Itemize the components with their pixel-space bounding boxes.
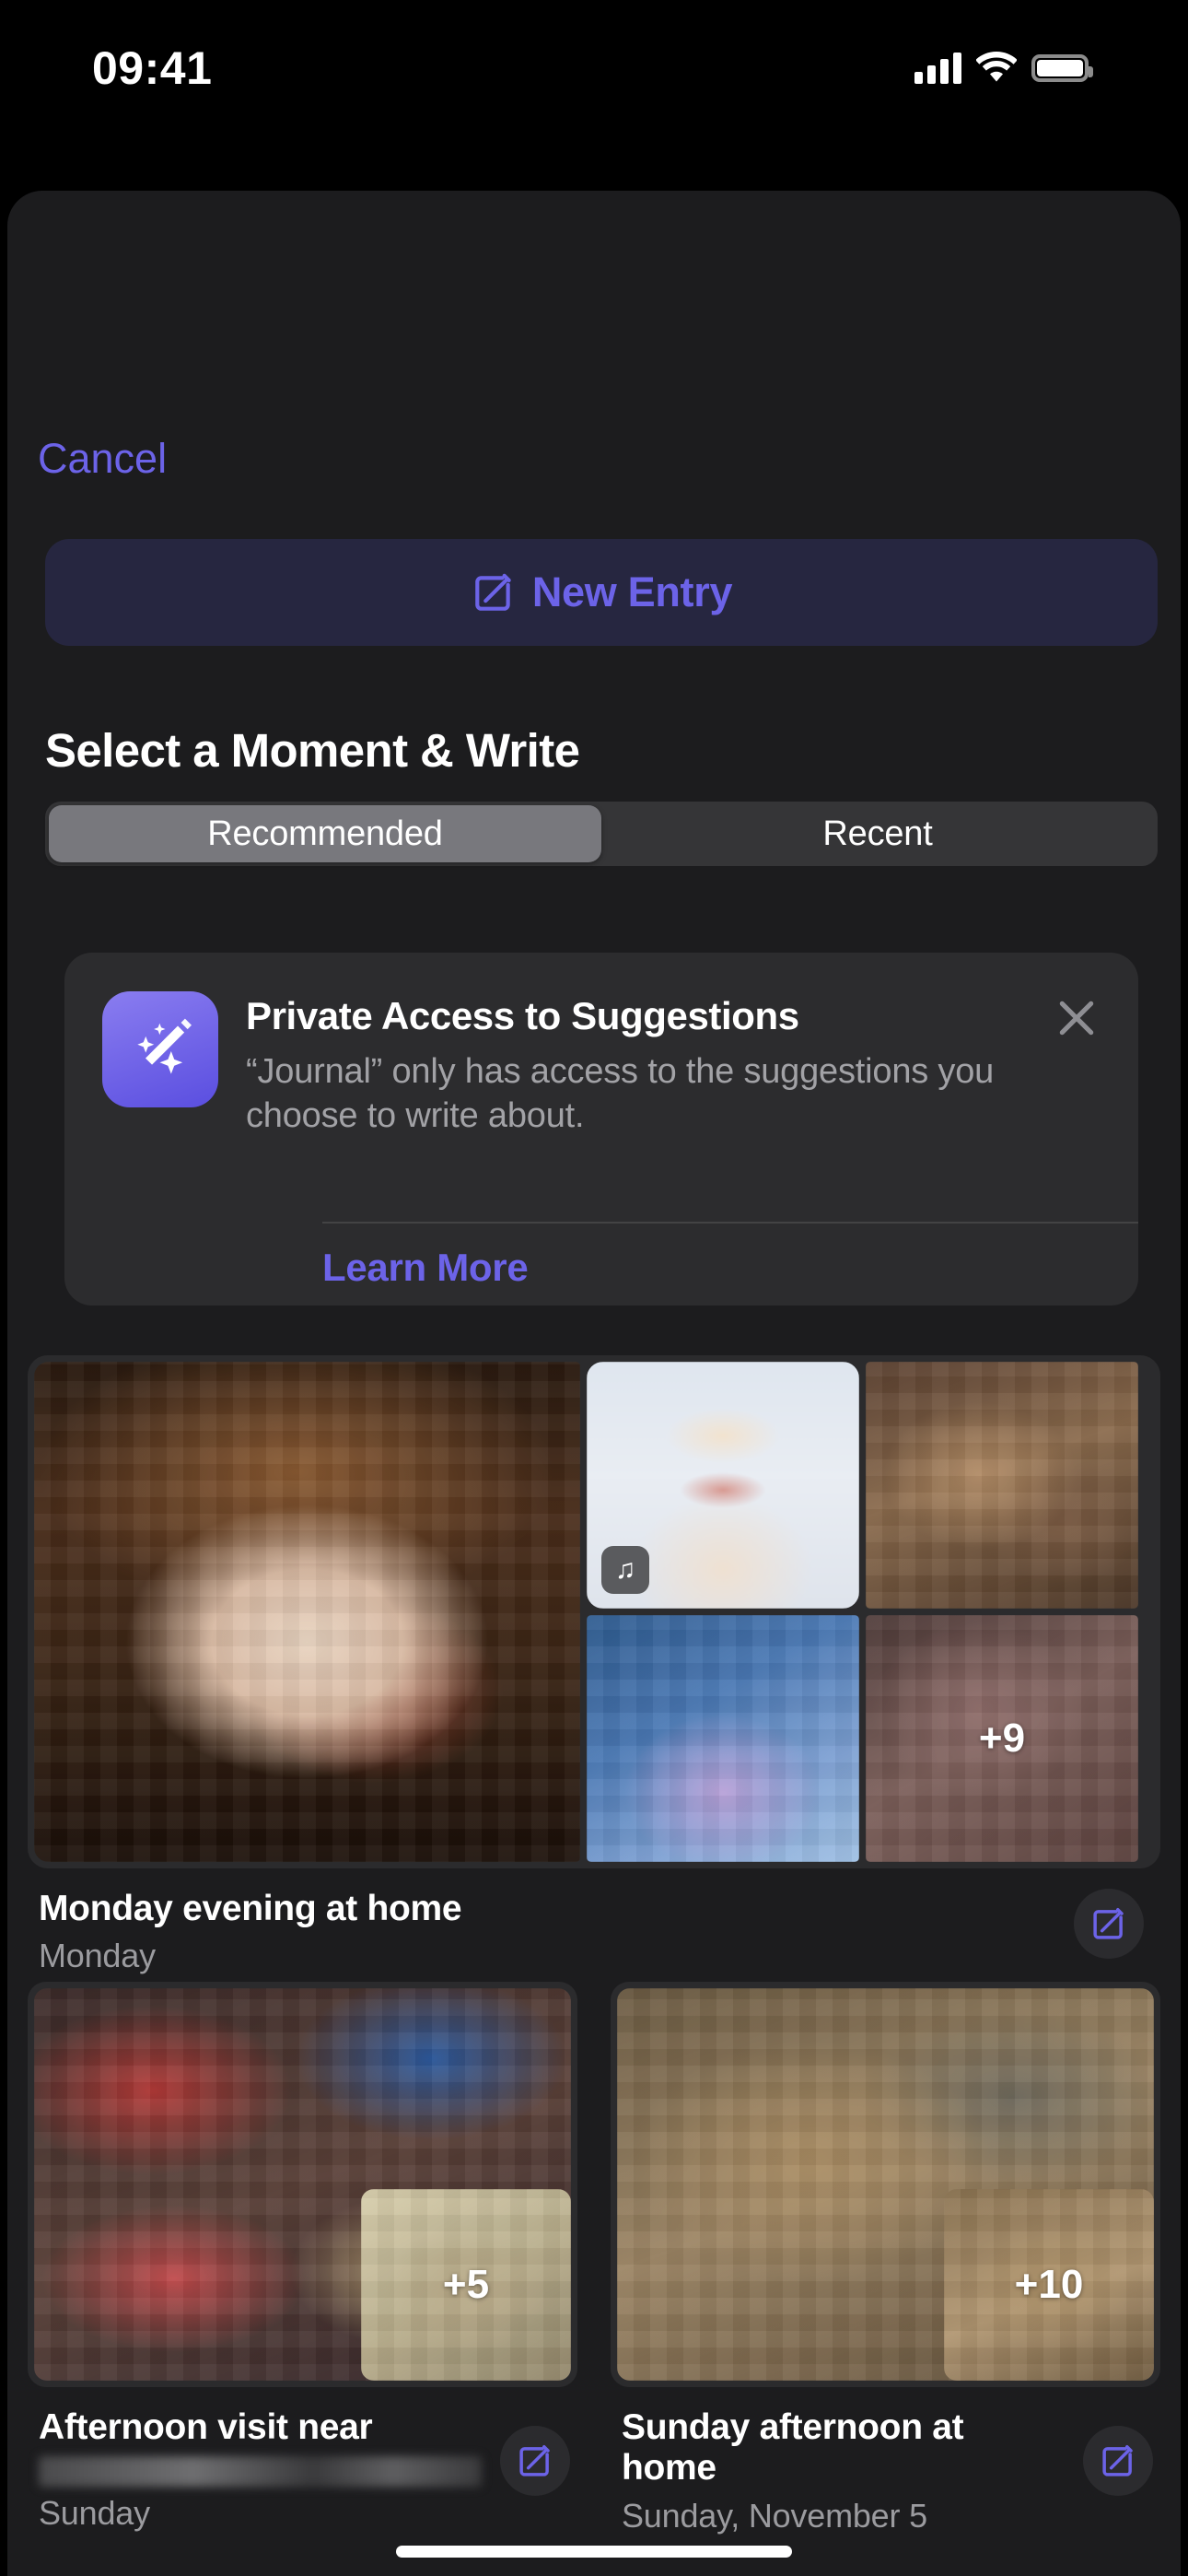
- card-title: Monday evening at home: [39, 1889, 462, 1928]
- photo-count-overlay: +5: [442, 2262, 490, 2307]
- private-access-title: Private Access to Suggestions: [246, 994, 799, 1037]
- divider: [322, 1222, 1138, 1224]
- card-title: Sunday afternoon at home: [622, 2407, 964, 2488]
- card-subtitle: Sunday: [39, 2494, 150, 2533]
- journal-new-entry-screen: 09:41 Cancel New Entry Select a Moment &…: [0, 0, 1188, 2576]
- suggestion-card[interactable]: +10 Sunday afternoon at home Sunday, Nov…: [611, 1982, 1160, 2535]
- photo-grid[interactable]: ♫ +9: [28, 1355, 1160, 1868]
- page-title: Select a Moment & Write: [45, 724, 580, 777]
- private-access-card: Private Access to Suggestions “Journal” …: [64, 953, 1138, 1306]
- suggestion-card[interactable]: ♫ +9 Monday evening at home Monday: [28, 1355, 1160, 1975]
- compose-entry-button[interactable]: [500, 2426, 570, 2496]
- moment-source-segmented-control[interactable]: Recommended Recent: [45, 802, 1158, 866]
- photo-count-overlay: +9: [978, 1715, 1026, 1761]
- new-entry-sheet: Cancel New Entry Select a Moment & Write…: [7, 191, 1181, 2576]
- card-footer: Sunday afternoon at home Sunday, Novembe…: [611, 2407, 1160, 2535]
- compose-icon: [471, 569, 517, 615]
- photo-sky[interactable]: [587, 1615, 859, 1862]
- photo-more[interactable]: +10: [944, 2189, 1154, 2381]
- cellular-bars-icon: [914, 53, 961, 84]
- card-subtitle: Sunday, November 5: [622, 2496, 927, 2535]
- photo-count-overlay: +10: [1014, 2262, 1084, 2307]
- photo-more[interactable]: +9: [866, 1615, 1138, 1862]
- magic-wand-sparkles-icon: [102, 991, 218, 1107]
- photo-portrait[interactable]: ♫: [587, 1362, 859, 1609]
- photo-grid[interactable]: +5: [28, 1982, 577, 2387]
- card-subtitle: Monday: [39, 1937, 156, 1975]
- private-access-description: “Journal” only has access to the suggest…: [246, 1052, 995, 1135]
- status-bar: 09:41: [0, 0, 1188, 120]
- new-entry-label: New Entry: [531, 568, 733, 615]
- new-entry-button[interactable]: New Entry: [45, 539, 1158, 646]
- close-icon[interactable]: [1050, 991, 1103, 1045]
- cancel-button[interactable]: Cancel: [38, 435, 167, 483]
- battery-icon: [1031, 54, 1093, 82]
- card-footer: Monday evening at home Monday: [28, 1889, 1160, 1975]
- learn-more-link[interactable]: Learn More: [322, 1246, 529, 1290]
- home-indicator[interactable]: [396, 2546, 792, 2558]
- card-footer: Afternoon visit near Sunday: [28, 2407, 577, 2533]
- compose-entry-button[interactable]: [1074, 1889, 1144, 1959]
- status-indicators: [914, 51, 1093, 87]
- card-title: Afternoon visit near: [39, 2407, 373, 2447]
- photo-more[interactable]: +5: [361, 2189, 571, 2381]
- tab-recommended[interactable]: Recommended: [49, 805, 601, 862]
- compose-entry-button[interactable]: [1083, 2426, 1153, 2496]
- wifi-icon: [975, 51, 1018, 87]
- photo-main[interactable]: [34, 1362, 580, 1862]
- photo-grid[interactable]: +10: [611, 1982, 1160, 2387]
- redacted-location: [39, 2456, 482, 2488]
- tab-recent[interactable]: Recent: [601, 805, 1154, 862]
- music-note-icon: ♫: [601, 1546, 649, 1594]
- photo-top-right[interactable]: [866, 1362, 1138, 1609]
- suggestion-card[interactable]: +5 Afternoon visit near Sunday: [28, 1982, 577, 2533]
- status-time: 09:41: [92, 42, 213, 94]
